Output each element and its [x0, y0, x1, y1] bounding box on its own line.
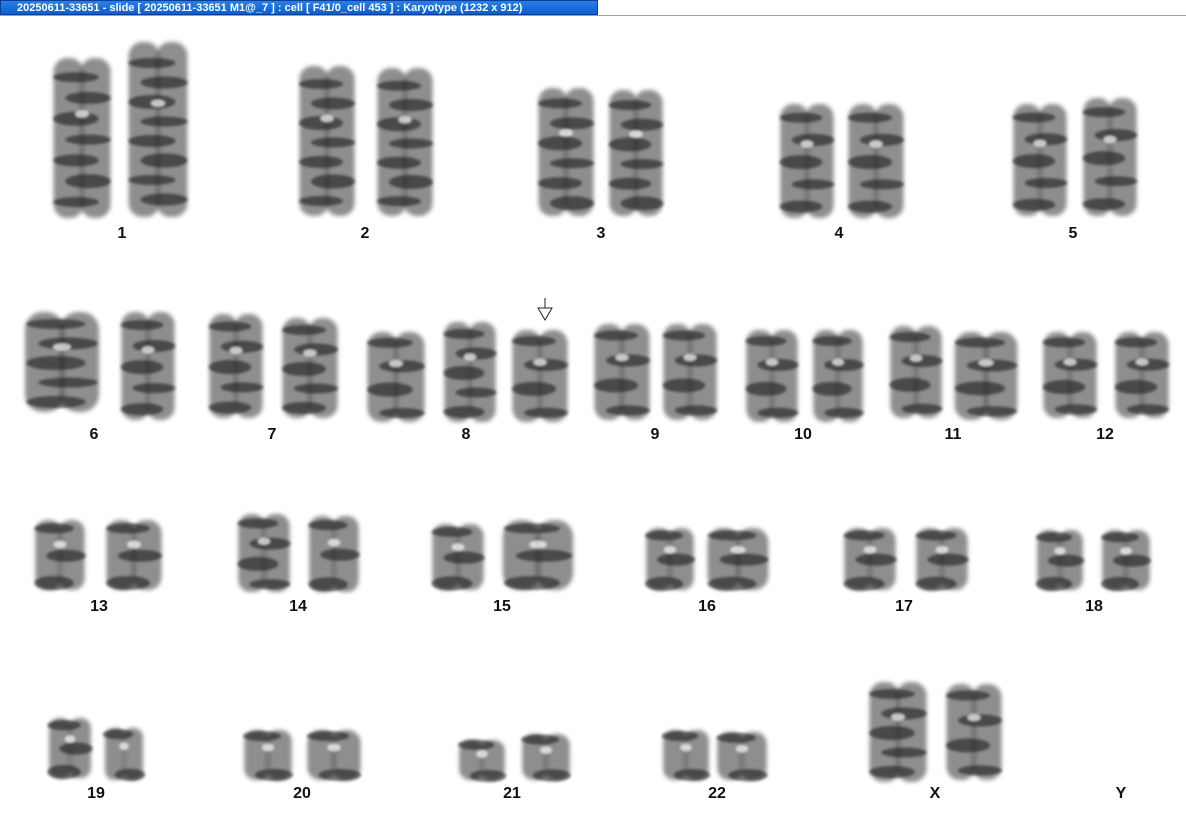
chromosome-1-homolog-2[interactable] [128, 42, 188, 217]
chromosome-15-homolog-2[interactable] [502, 520, 574, 590]
chromosome-3-homolog-2[interactable] [608, 90, 664, 216]
chromosome-21-homolog-2[interactable] [521, 734, 571, 782]
chromosome-8-homolog-2[interactable] [443, 322, 497, 422]
chromosome-9-homolog-1[interactable] [593, 324, 651, 420]
chromosome-label-14: 14 [289, 598, 307, 615]
chromosome-label-y: Y [1115, 785, 1127, 802]
chromosome-label-8: 8 [461, 426, 471, 443]
chromosome-14-homolog-1[interactable] [237, 514, 291, 592]
chromosome-20-homolog-1[interactable] [243, 730, 293, 781]
chromosome-label-4: 4 [834, 225, 844, 242]
chromosome-label-3: 3 [596, 225, 606, 242]
chromosome-7-homolog-1[interactable] [208, 314, 264, 418]
chromosome-label-5: 5 [1068, 225, 1078, 242]
chromosome-10-homolog-1[interactable] [745, 330, 799, 422]
chromosome-label-2: 2 [360, 225, 370, 242]
chromosome-2-homolog-1[interactable] [298, 66, 356, 216]
chromosome-17-homolog-1[interactable] [843, 528, 897, 591]
chromosome-21-homolog-1[interactable] [457, 739, 507, 782]
chromosome-13-homolog-2[interactable] [105, 520, 163, 590]
chromosome-label-20: 20 [293, 785, 311, 802]
chromosome-8-homolog-3[interactable] [511, 330, 569, 422]
chromosome-label-19: 19 [87, 785, 105, 802]
chromosome-19-homolog-1[interactable] [47, 718, 93, 779]
chromosome-10-homolog-2[interactable] [812, 330, 864, 422]
chromosome-19-homolog-2[interactable] [102, 728, 146, 781]
chromosome-8-homolog-1[interactable] [367, 332, 425, 422]
chromosome-x-homolog-2[interactable] [945, 684, 1003, 780]
chromosome-4-homolog-1[interactable] [779, 104, 835, 218]
chromosome-2-homolog-2[interactable] [376, 68, 434, 216]
chromosome-13-homolog-1[interactable] [34, 520, 86, 590]
chromosome-11-homolog-1[interactable] [889, 326, 943, 418]
chromosome-label-17: 17 [895, 598, 913, 615]
chromosome-label-16: 16 [698, 598, 716, 615]
chromosome-label-21: 21 [503, 785, 521, 802]
chromosome-label-10: 10 [794, 426, 812, 443]
chromosome-label-12: 12 [1096, 426, 1114, 443]
chromosome-label-15: 15 [493, 598, 511, 615]
chromosome-11-homolog-2[interactable] [954, 332, 1018, 420]
chromosome-12-homolog-1[interactable] [1042, 332, 1098, 418]
chromosome-22-homolog-2[interactable] [716, 732, 768, 782]
chromosome-20-homolog-2[interactable] [306, 730, 362, 781]
chromosome-6-homolog-2[interactable] [120, 312, 176, 420]
chromosome-label-11: 11 [944, 426, 962, 443]
chromosome-label-6: 6 [89, 426, 99, 443]
down-arrow-marker-icon[interactable] [536, 298, 554, 322]
chromosome-label-22: 22 [708, 785, 726, 802]
chromosome-label-9: 9 [650, 426, 660, 443]
chromosome-4-homolog-2[interactable] [847, 104, 905, 218]
chromosome-18-homolog-2[interactable] [1101, 530, 1151, 591]
chromosome-x-homolog-1[interactable] [869, 682, 927, 782]
chromosome-label-7: 7 [267, 426, 277, 443]
chromosome-17-homolog-2[interactable] [915, 528, 969, 591]
karyotype-canvas [24, 42, 1170, 782]
chromosome-5-homolog-2[interactable] [1082, 98, 1138, 216]
chromosome-16-homolog-2[interactable] [707, 528, 769, 591]
chromosome-3-homolog-1[interactable] [537, 88, 595, 216]
chromosome-12-homolog-2[interactable] [1114, 332, 1170, 418]
chromosome-6-homolog-1[interactable] [24, 312, 100, 412]
chromosome-9-homolog-2[interactable] [662, 324, 718, 420]
chromosome-label-1: 1 [117, 225, 127, 242]
chromosome-7-homolog-2[interactable] [281, 318, 339, 418]
chromosome-16-homolog-1[interactable] [645, 528, 695, 591]
chromosome-label-18: 18 [1085, 598, 1103, 615]
chromosome-18-homolog-1[interactable] [1035, 530, 1085, 591]
chromosome-1-homolog-1[interactable] [53, 58, 111, 218]
chromosome-label-x: X [929, 785, 941, 802]
chromosome-14-homolog-2[interactable] [308, 516, 360, 592]
chromosome-label-13: 13 [90, 598, 108, 615]
chromosome-22-homolog-1[interactable] [661, 730, 711, 781]
chromosome-5-homolog-1[interactable] [1012, 104, 1068, 216]
chromosome-15-homolog-1[interactable] [431, 524, 485, 591]
